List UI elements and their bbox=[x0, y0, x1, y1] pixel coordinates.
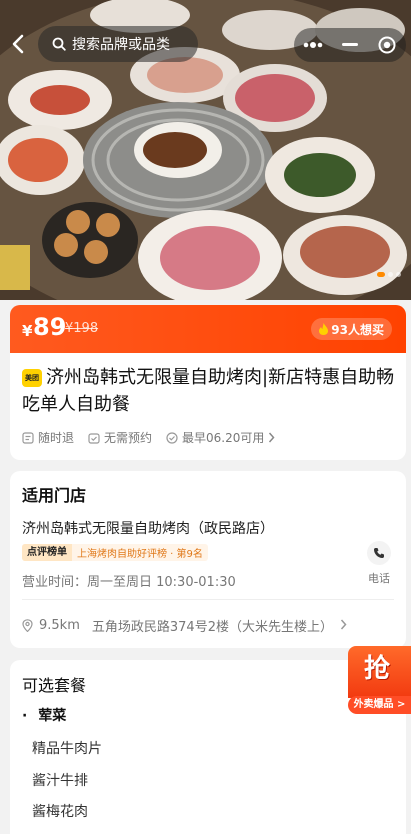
deal-info-card: 美团 济州岛韩式无限量自助烤肉|新店特惠自助畅吃单人自助餐 随时退 无需预约 最… bbox=[10, 353, 406, 460]
phone-button[interactable] bbox=[367, 541, 391, 565]
more-button[interactable] bbox=[294, 28, 331, 62]
promo-grab-char: 抢 bbox=[364, 654, 391, 684]
check-circle-icon bbox=[166, 431, 178, 444]
package-item: 精品牛肉片 bbox=[32, 741, 102, 757]
price-banner: ¥ 89 ¥198 93人想买 bbox=[10, 305, 406, 353]
package-category: · 荤菜 bbox=[22, 705, 66, 725]
promo-label: 外卖爆品 > bbox=[348, 696, 411, 714]
package-item: 酱梅花肉 bbox=[32, 804, 88, 820]
phone-icon bbox=[374, 548, 384, 558]
mini-program-capsule bbox=[294, 28, 406, 62]
tag-label: 最早06.20可用 bbox=[182, 431, 265, 445]
takeout-promo-button[interactable]: 抢 外卖爆品 > bbox=[348, 646, 411, 716]
want-count-label: 93人想买 bbox=[331, 322, 384, 337]
close-mini-program-button[interactable] bbox=[368, 28, 405, 62]
package-item: 酱汁牛排 bbox=[32, 773, 88, 789]
calendar-check-icon bbox=[88, 432, 100, 444]
store-distance: 9.5km bbox=[39, 618, 80, 633]
category-label: 荤菜 bbox=[38, 708, 67, 724]
location-icon bbox=[22, 619, 33, 632]
tag-label: 随时退 bbox=[38, 431, 75, 445]
chevron-right-icon bbox=[269, 432, 275, 443]
store-name[interactable]: 济州岛韩式无限量自助烤肉（政民路店） bbox=[22, 518, 274, 538]
currency-symbol: ¥ bbox=[22, 322, 33, 340]
rank-badge[interactable]: 点评榜单 上海烤肉自助好评榜 · 第9名 bbox=[22, 544, 208, 561]
close-circle-icon bbox=[378, 36, 395, 54]
chevron-right-icon bbox=[340, 619, 347, 630]
packages-card: 可选套餐 · 荤菜 精品牛肉片 酱汁牛排 酱梅花肉 bbox=[10, 660, 406, 834]
tag-label: 无需预约 bbox=[104, 431, 153, 445]
refund-icon bbox=[22, 431, 34, 444]
minimize-button[interactable] bbox=[331, 28, 368, 62]
rank-tag: 点评榜单 bbox=[22, 544, 72, 561]
business-hours: 营业时间：周一至周日 10:30-01:30 bbox=[22, 575, 236, 590]
phone-label: 电话 bbox=[368, 572, 390, 585]
current-price: 89 bbox=[33, 313, 67, 341]
original-price: ¥198 bbox=[65, 321, 99, 336]
packages-title: 可选套餐 bbox=[22, 676, 87, 695]
tag-availability[interactable]: 最早06.20可用 bbox=[166, 429, 275, 446]
fire-icon bbox=[319, 323, 329, 335]
promo-graphic: 抢 bbox=[348, 646, 411, 698]
address-row[interactable]: 9.5km 五角场政民路374号2楼（大米先生楼上） bbox=[22, 616, 352, 635]
deal-tags: 随时退 无需预约 最早06.20可用 bbox=[22, 429, 275, 446]
search-bar[interactable]: 搜索品牌或品类 bbox=[38, 26, 198, 62]
search-icon bbox=[52, 37, 66, 51]
top-bar: 搜索品牌或品类 bbox=[0, 26, 411, 66]
carousel-dot bbox=[377, 272, 385, 277]
carousel-dot bbox=[396, 272, 401, 277]
want-count-badge: 93人想买 bbox=[311, 318, 392, 340]
bullet: · bbox=[22, 708, 28, 724]
back-arrow-icon bbox=[12, 34, 24, 54]
carousel-dot bbox=[388, 272, 393, 277]
deal-title: 济州岛韩式无限量自助烤肉|新店特惠自助畅吃单人自助餐 bbox=[22, 367, 395, 415]
store-card: 适用门店 济州岛韩式无限量自助烤肉（政民路店） 点评榜单 上海烤肉自助好评榜 ·… bbox=[10, 471, 406, 648]
store-address: 五角场政民路374号2楼（大米先生楼上） bbox=[91, 620, 333, 635]
back-button[interactable] bbox=[4, 26, 32, 62]
tag-refund: 随时退 bbox=[22, 429, 74, 446]
tag-no-reservation: 无需预约 bbox=[88, 429, 152, 446]
hero-photo[interactable]: 搜索品牌或品类 bbox=[0, 0, 411, 300]
store-section-title: 适用门店 bbox=[22, 486, 87, 505]
rank-text: 上海烤肉自助好评榜 · 第9名 bbox=[77, 549, 203, 560]
divider bbox=[22, 599, 394, 600]
carousel-indicator bbox=[377, 272, 401, 277]
minimize-icon bbox=[341, 43, 358, 46]
search-placeholder: 搜索品牌或品类 bbox=[72, 37, 170, 53]
more-dots-icon bbox=[303, 42, 322, 48]
